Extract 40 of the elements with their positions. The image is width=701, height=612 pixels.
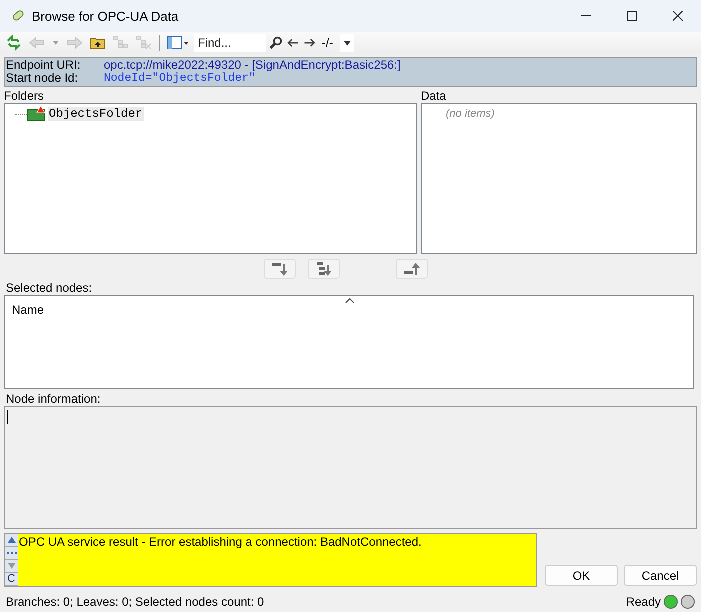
scroll-up-button[interactable] [5,534,18,548]
caret-icon [344,40,351,46]
info-value: opc.tcp://mike2022:49320 - [SignAndEncrypt:Basic256:] [104,59,401,72]
dropdown-button[interactable] [340,34,354,52]
error-message: OPC UA service result - Error establishing a connection: BadNotConnected. [18,534,423,550]
tree-item[interactable]: ObjectsFolder [48,107,144,121]
arrow-down-icon [270,260,290,278]
down-triangle-icon [6,562,16,570]
column-header[interactable]: Name [12,303,44,317]
info-value: NodeId="ObjectsFolder" [104,72,256,85]
section-label: Data [421,90,446,103]
folder-icon [27,106,47,122]
scroll-down-button[interactable] [5,560,18,574]
status-state: Ready [626,595,661,610]
clear-button[interactable]: C [5,573,18,586]
view-button[interactable] [165,34,191,52]
up-triangle-icon [6,536,16,544]
info-label: Start node Id: [6,72,80,85]
section-label: Node information: [6,393,101,406]
window-title: Browse for OPC-UA Data [32,8,180,24]
empty-text: (no items) [446,108,495,120]
dialog-button[interactable]: OK [545,565,618,586]
section-label: Selected nodes: [6,282,92,295]
remove-button[interactable] [396,259,428,279]
dots-icon [6,551,16,556]
left-arrow-icon[interactable] [286,36,300,50]
maximize-icon [627,11,637,21]
sort-caret-icon [345,298,355,304]
status-text: Branches: 0; Leaves: 0; Selected nodes count: 0 [6,595,264,610]
right-arrow-icon[interactable] [303,36,317,50]
add-all-button[interactable] [308,259,340,279]
info-label: Endpoint URI: [6,59,82,72]
search-icon[interactable] [269,36,283,50]
close-icon [673,11,683,21]
more-button[interactable] [5,547,18,560]
dialog-button[interactable]: Cancel [624,565,697,586]
section-label: Folders [4,90,44,103]
match-counter: -/- [322,36,334,50]
add-button[interactable] [264,259,296,279]
find-field[interactable]: Find... [194,34,266,52]
